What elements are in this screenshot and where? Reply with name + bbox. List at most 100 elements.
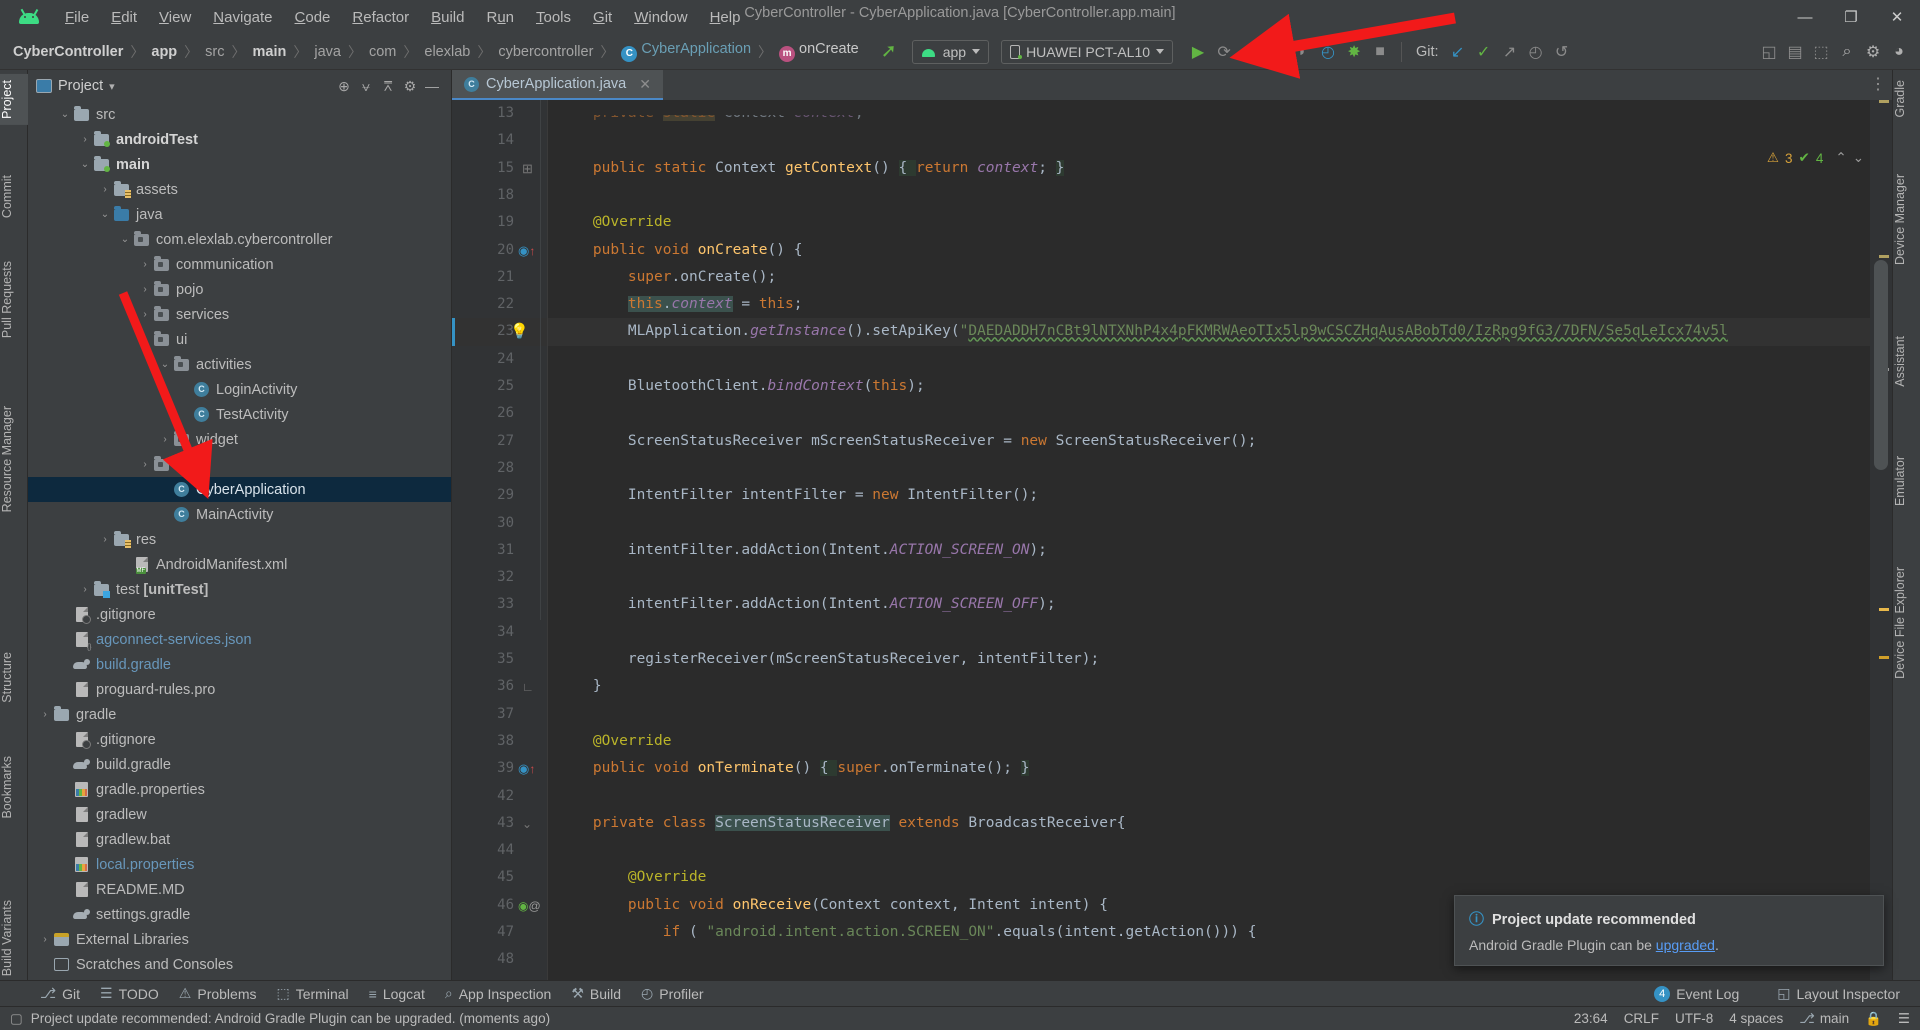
code-line[interactable] bbox=[548, 619, 1870, 646]
code-line[interactable] bbox=[548, 400, 1870, 427]
chevron-right-icon[interactable]: › bbox=[38, 934, 52, 945]
breadcrumb-item-main[interactable]: main bbox=[250, 44, 290, 60]
bottom-tab-git[interactable]: ⎇ Git bbox=[30, 983, 90, 1004]
tool-tab-resource-manager[interactable]: Resource Manager bbox=[0, 400, 28, 518]
hide-panel-icon[interactable]: — bbox=[421, 75, 443, 97]
debug-button[interactable]: ✶ bbox=[1263, 39, 1289, 65]
settings-button[interactable]: ⚙ bbox=[1860, 39, 1886, 65]
tree-item-mainactivity[interactable]: C MainActivity bbox=[28, 502, 451, 527]
code-line[interactable]: intentFilter.addAction(Intent.ACTION_SCR… bbox=[548, 591, 1870, 618]
tree-item-com-elexlab-cybercontroller[interactable]: ⌄ com.elexlab.cybercontroller bbox=[28, 227, 451, 252]
tool-tab-assistant[interactable]: Assistant bbox=[1893, 330, 1920, 393]
error-stripe-marker[interactable] bbox=[1879, 100, 1889, 103]
tree-item-gradlew-bat[interactable]: gradlew.bat bbox=[28, 827, 451, 852]
tree-item-services[interactable]: › services bbox=[28, 302, 451, 327]
chevron-down-icon[interactable]: ⌄ bbox=[1853, 150, 1864, 166]
code-line[interactable]: public void onTerminate() { super.onTerm… bbox=[548, 755, 1870, 782]
breadcrumb-item-src[interactable]: src bbox=[202, 44, 227, 60]
breadcrumb[interactable]: CyberController 〉 app 〉 src 〉 main 〉 java 〉 com 〉 el… bbox=[10, 41, 862, 62]
tree-item-widget[interactable]: › widget bbox=[28, 427, 451, 452]
code-line[interactable]: registerReceiver(mScreenStatusReceiver, … bbox=[548, 646, 1870, 673]
menu-item-refactor[interactable]: Refactor bbox=[341, 6, 420, 29]
maximize-button[interactable]: ❐ bbox=[1828, 0, 1874, 34]
code-line[interactable]: private class ScreenStatusReceiver exten… bbox=[548, 810, 1870, 837]
override-method-icon[interactable]: ◉↑ bbox=[518, 755, 546, 782]
git-update-project-button[interactable]: ↙ bbox=[1445, 39, 1471, 65]
tree-item-gradle-properties[interactable]: gradle.properties bbox=[28, 777, 451, 802]
account-button[interactable]: ◕ bbox=[1886, 39, 1912, 65]
editor-scrollbar-thumb[interactable] bbox=[1874, 260, 1888, 470]
menu-item-build[interactable]: Build bbox=[420, 6, 475, 29]
code-line[interactable] bbox=[548, 346, 1870, 373]
override-method-icon[interactable]: ◉@ bbox=[518, 892, 546, 919]
chevron-right-icon[interactable]: › bbox=[98, 184, 112, 195]
code-line[interactable]: ScreenStatusReceiver mScreenStatusReceiv… bbox=[548, 428, 1870, 455]
tool-tab-structure[interactable]: Structure bbox=[0, 646, 28, 709]
bottom-tab-layout-inspector[interactable]: ◱ Layout Inspector bbox=[1767, 983, 1910, 1004]
layout-inspector-button[interactable]: ◱ bbox=[1756, 39, 1782, 65]
breadcrumb-item-com[interactable]: com bbox=[366, 44, 399, 60]
expand-all-icon[interactable]: ⩝ bbox=[355, 75, 377, 97]
bottom-tab-build[interactable]: ⚒ Build bbox=[561, 983, 631, 1004]
tree-item-androidmanifest-xml[interactable]: AndroidManifest.xml bbox=[28, 552, 451, 577]
editor-tab-options-icon[interactable]: ⋮ bbox=[1870, 74, 1886, 94]
tree-item-src[interactable]: ⌄ src bbox=[28, 102, 451, 127]
menu-item-git[interactable]: Git bbox=[582, 6, 623, 29]
tree-item-activities[interactable]: ⌄ activities bbox=[28, 352, 451, 377]
tree-item--gitignore[interactable]: .gitignore bbox=[28, 602, 451, 627]
run-button[interactable]: ▶ bbox=[1185, 39, 1211, 65]
fold-expand-icon[interactable]: ⊞ bbox=[522, 155, 550, 182]
minimize-button[interactable]: — bbox=[1782, 0, 1828, 34]
chevron-right-icon[interactable]: › bbox=[158, 434, 172, 445]
code-line[interactable] bbox=[548, 701, 1870, 728]
tool-tab-commit[interactable]: Commit bbox=[0, 169, 28, 224]
close-icon[interactable]: ✕ bbox=[639, 76, 651, 93]
breadcrumb-item-cybercontroller[interactable]: CyberController bbox=[10, 44, 126, 60]
git-branch[interactable]: ⎇ main bbox=[1799, 1011, 1849, 1027]
error-stripe-marker[interactable] bbox=[1879, 608, 1889, 611]
chevron-right-icon[interactable]: › bbox=[138, 459, 152, 470]
code-line[interactable] bbox=[548, 510, 1870, 537]
code-text-area[interactable]: private static Context context; public s… bbox=[548, 100, 1870, 982]
tree-item-java[interactable]: ⌄ java bbox=[28, 202, 451, 227]
tree-item-build-gradle[interactable]: build.gradle bbox=[28, 652, 451, 677]
menu-item-code[interactable]: Code bbox=[284, 6, 342, 29]
chevron-up-icon[interactable]: ⌃ bbox=[1835, 150, 1846, 166]
breadcrumb-item-java[interactable]: java bbox=[311, 44, 344, 60]
breadcrumb-item-elexlab[interactable]: elexlab bbox=[421, 44, 473, 60]
breadcrumb-item-cybercontroller[interactable]: cybercontroller bbox=[495, 44, 596, 60]
upgrade-link[interactable]: upgraded bbox=[1656, 937, 1715, 953]
fold-collapse-icon[interactable]: ⌄ bbox=[522, 810, 550, 837]
code-line[interactable]: MLApplication.getInstance().setApiKey("D… bbox=[548, 318, 1870, 345]
menu-item-navigate[interactable]: Navigate bbox=[202, 6, 283, 29]
notification-balloon[interactable]: ⓘ Project update recommended Android Grad… bbox=[1454, 895, 1884, 966]
bottom-tab-todo[interactable]: ☰ TODO bbox=[90, 983, 169, 1004]
project-tree[interactable]: ⌄ src › androidTest ⌄ main › assets ⌄ java ⌄ com.el… bbox=[28, 102, 451, 982]
git-rollback-button[interactable]: ↺ bbox=[1549, 39, 1575, 65]
stop-button[interactable]: ■ bbox=[1367, 39, 1393, 65]
caret-position[interactable]: 23:64 bbox=[1574, 1011, 1608, 1026]
tree-item-main[interactable]: ⌄ main bbox=[28, 152, 451, 177]
override-method-icon[interactable]: ◉↑ bbox=[518, 237, 546, 264]
indent-setting[interactable]: 4 spaces bbox=[1729, 1011, 1783, 1026]
tree-item-pojo[interactable]: › pojo bbox=[28, 277, 451, 302]
tree-item-proguard-rules-pro[interactable]: proguard-rules.pro bbox=[28, 677, 451, 702]
bottom-tab-app-inspection[interactable]: ⌕ App Inspection bbox=[435, 983, 561, 1004]
chevron-right-icon[interactable]: › bbox=[98, 534, 112, 545]
code-line[interactable]: this.context = this; bbox=[548, 291, 1870, 318]
chevron-right-icon[interactable]: › bbox=[78, 134, 92, 145]
tool-tab-emulator[interactable]: Emulator bbox=[1893, 450, 1920, 512]
menu-item-view[interactable]: View bbox=[148, 6, 202, 29]
chevron-down-icon[interactable]: ⌄ bbox=[78, 159, 92, 170]
code-line[interactable]: super.onCreate(); bbox=[548, 264, 1870, 291]
inspection-widget[interactable]: ⚠ 3 ✔ 4 ⌃ ⌄ bbox=[1767, 150, 1864, 166]
chevron-right-icon[interactable]: › bbox=[138, 309, 152, 320]
tree-item-scratches-and-consoles[interactable]: Scratches and Consoles bbox=[28, 952, 451, 977]
chevron-right-icon[interactable]: › bbox=[38, 709, 52, 720]
tree-item-readme-md[interactable]: README.MD bbox=[28, 877, 451, 902]
code-line[interactable] bbox=[548, 127, 1870, 154]
code-line[interactable]: public static Context getContext() { ret… bbox=[548, 155, 1870, 182]
error-stripe-marker[interactable] bbox=[1879, 255, 1889, 258]
tree-item-settings-gradle[interactable]: settings.gradle bbox=[28, 902, 451, 927]
breadcrumb-item-oncreate[interactable]: m onCreate bbox=[776, 41, 862, 62]
